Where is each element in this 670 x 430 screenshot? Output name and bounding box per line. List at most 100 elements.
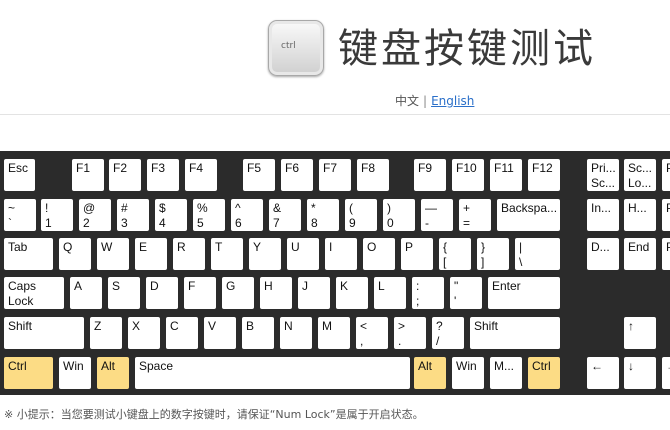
key-left-shift[interactable]: Shift [4, 317, 84, 349]
key-arrow-left[interactable]: ← [587, 357, 619, 389]
key-left-alt[interactable]: Alt [97, 357, 129, 389]
key-label: < [360, 319, 368, 333]
key-period[interactable]: >. [394, 317, 426, 349]
page-title: 键盘按键测试 [338, 26, 596, 72]
key-label: Tab [8, 240, 28, 254]
key-f10[interactable]: F10 [452, 159, 484, 191]
key-label: W [101, 240, 113, 254]
key-delete[interactable]: D... [587, 238, 619, 270]
key-i[interactable]: I [325, 238, 357, 270]
key-1[interactable]: ! 1 [41, 199, 73, 231]
key-label: N [284, 319, 293, 333]
key-label: Win [456, 359, 477, 373]
key-g[interactable]: G [222, 277, 254, 309]
key-7[interactable]: & 7 [269, 199, 301, 231]
key-d[interactable]: D [146, 277, 178, 309]
key-page-up[interactable]: P... [662, 199, 670, 231]
virtual-keyboard: Esc F1 F2 F3 F4 F5 F6 F7 F8 F9 F10 F11 F12 Pri... Sc..… [0, 151, 670, 395]
key-f12[interactable]: F12 [528, 159, 560, 191]
key-o[interactable]: O [363, 238, 395, 270]
key-j[interactable]: J [298, 277, 330, 309]
key-label: ↓ [628, 359, 634, 373]
key-v[interactable]: V [204, 317, 236, 349]
key-b[interactable]: B [242, 317, 274, 349]
key-semicolon[interactable]: :; [412, 277, 444, 309]
key-right-alt[interactable]: Alt [414, 357, 446, 389]
key-backslash[interactable]: | \ [515, 238, 560, 270]
key-f8[interactable]: F8 [357, 159, 389, 191]
key-caps-lock[interactable]: Caps Lock [4, 277, 64, 309]
key-close-bracket[interactable]: }] [477, 238, 509, 270]
key-left-win[interactable]: Win [59, 357, 91, 389]
key-esc[interactable]: Esc [4, 159, 35, 191]
key-3[interactable]: #3 [117, 199, 149, 231]
key-k[interactable]: K [336, 277, 368, 309]
lang-english-link[interactable]: English [431, 94, 474, 108]
key-8[interactable]: * 8 [307, 199, 339, 231]
key-f11[interactable]: F11 [490, 159, 522, 191]
key-quote[interactable]: " ' [450, 277, 482, 309]
key-h[interactable]: H [260, 277, 292, 309]
key-f9[interactable]: F9 [414, 159, 446, 191]
key-backspace[interactable]: Backspa... [497, 199, 560, 231]
key-z[interactable]: Z [90, 317, 122, 349]
key-w[interactable]: W [97, 238, 129, 270]
key-q[interactable]: Q [59, 238, 91, 270]
key-home[interactable]: H... [624, 199, 656, 231]
key-s[interactable]: S [108, 277, 140, 309]
key-c[interactable]: C [166, 317, 198, 349]
key-f6[interactable]: F6 [281, 159, 313, 191]
key-label: F6 [285, 161, 300, 175]
key-label: J [302, 279, 308, 293]
key-p[interactable]: P [401, 238, 433, 270]
key-open-bracket[interactable]: {[ [439, 238, 471, 270]
key-u[interactable]: U [287, 238, 319, 270]
key-arrow-up[interactable]: ↑ [624, 317, 656, 349]
key-m[interactable]: M [318, 317, 350, 349]
key-print-screen[interactable]: Pri... Sc... [587, 159, 619, 191]
key-x[interactable]: X [128, 317, 160, 349]
key-tab[interactable]: Tab [4, 238, 53, 270]
key-f[interactable]: F [184, 277, 216, 309]
key-a[interactable]: A [70, 277, 102, 309]
key-r[interactable]: R [173, 238, 205, 270]
key-left-ctrl[interactable]: Ctrl [4, 357, 53, 389]
key-e[interactable]: E [135, 238, 167, 270]
key-5[interactable]: % 5 [193, 199, 225, 231]
key-f1[interactable]: F1 [72, 159, 104, 191]
key-f2[interactable]: F2 [109, 159, 141, 191]
key-equals[interactable]: + = [459, 199, 491, 231]
key-end[interactable]: End [624, 238, 656, 270]
key-t[interactable]: T [211, 238, 243, 270]
key-comma[interactable]: <, [356, 317, 388, 349]
key-right-ctrl[interactable]: Ctrl [528, 357, 560, 389]
key-tilde[interactable]: ~ ` [4, 199, 36, 231]
key-l[interactable]: L [374, 277, 406, 309]
key-arrow-right[interactable]: → [662, 357, 670, 389]
key-9[interactable]: (9 [345, 199, 377, 231]
logo-key-label: ctrl [281, 41, 296, 51]
key-6[interactable]: ^ 6 [231, 199, 263, 231]
key-0[interactable]: ) 0 [383, 199, 415, 231]
key-page-down[interactable]: P... [662, 238, 670, 270]
key-right-shift[interactable]: Shift [470, 317, 560, 349]
key-4[interactable]: $4 [155, 199, 187, 231]
key-menu[interactable]: M... [490, 357, 522, 389]
key-f4[interactable]: F4 [185, 159, 217, 191]
key-insert[interactable]: In... [587, 199, 619, 231]
key-scroll-lock[interactable]: Sc... Lo... [624, 159, 656, 191]
key-n[interactable]: N [280, 317, 312, 349]
key-arrow-down[interactable]: ↓ [624, 357, 656, 389]
key-right-win[interactable]: Win [452, 357, 484, 389]
key-space[interactable]: Space [135, 357, 410, 389]
key-y[interactable]: Y [249, 238, 281, 270]
key-enter[interactable]: Enter [488, 277, 560, 309]
key-pause[interactable]: P... [662, 159, 670, 191]
key-f3[interactable]: F3 [147, 159, 179, 191]
key-f5[interactable]: F5 [243, 159, 275, 191]
key-minus[interactable]: — - [421, 199, 453, 231]
key-slash[interactable]: ? / [432, 317, 464, 349]
key-2[interactable]: @2 [79, 199, 111, 231]
key-f7[interactable]: F7 [319, 159, 351, 191]
key-label: , [360, 334, 364, 348]
